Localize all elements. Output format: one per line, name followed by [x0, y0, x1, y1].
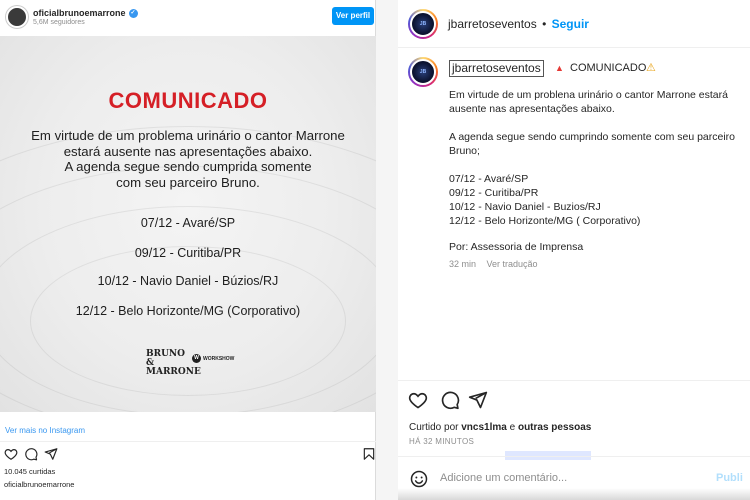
caption-title: COMUNICADO [570, 62, 647, 74]
liked-by: Curtido por vncs1lma e outras pessoas [409, 422, 591, 433]
caption-line: Em virtude de um problena urinário o can… [449, 89, 728, 101]
follower-count: 5,6M seguidores [33, 19, 85, 26]
liked-others[interactable]: outras pessoas [518, 422, 591, 433]
share-icon[interactable] [468, 390, 488, 410]
separator-dot: • [542, 17, 547, 31]
post-header: JB jbarretoseventos • Seguir [398, 0, 750, 48]
liked-prefix: Curtido por [409, 422, 459, 433]
divider [0, 441, 376, 442]
divider [398, 380, 750, 381]
caption-line: Por: Assessoria de Imprensa [449, 241, 584, 253]
embed-username[interactable]: oficialbrunoemarrone ✓ [33, 8, 138, 18]
caption-time[interactable]: 32 min [449, 259, 476, 269]
emoji-icon[interactable] [410, 470, 428, 488]
verified-icon: ✓ [128, 8, 138, 18]
caption-line: 10/12 - Navio Daniel - Buzios/RJ [449, 201, 601, 213]
image-date: 10/12 - Navio Daniel - Búzios/RJ [97, 274, 279, 288]
heart-icon[interactable] [4, 447, 18, 461]
post-username[interactable]: jbarretoseventos [448, 17, 537, 31]
publish-button[interactable]: Publi [716, 472, 743, 484]
caption-line: 12/12 - Belo Horizonte/MG ( Corporativo) [449, 215, 641, 227]
caption-line: 09/12 - Curitiba/PR [449, 187, 539, 199]
post-action-bar [408, 390, 748, 412]
caption-line: A agenda segue sendo cumprindo somente c… [449, 131, 736, 143]
image-title: COMUNICADO [108, 88, 268, 113]
owner-username[interactable]: oficialbrunoemarrone [4, 480, 74, 489]
share-icon[interactable] [44, 447, 58, 461]
caption-meta: 32 min Ver tradução [449, 259, 538, 269]
comment-input[interactable]: Adicione um comentário... [440, 472, 567, 484]
image-body-line: com seu parceiro Bruno. [116, 174, 260, 190]
view-more-link[interactable]: Ver mais no Instagram [5, 426, 85, 435]
like-count[interactable]: 10.045 curtidas [4, 467, 55, 476]
translate-link[interactable]: Ver tradução [487, 259, 538, 269]
embed-action-bar [4, 447, 376, 461]
divider [398, 456, 750, 457]
avatar-logo: JB [419, 69, 427, 75]
heart-icon[interactable] [408, 390, 428, 410]
image-date: 12/12 - Belo Horizonte/MG (Corporativo) [75, 304, 301, 318]
avatar[interactable] [6, 6, 28, 28]
image-body-line: estará ausente nas apresentações abaixo. [63, 143, 313, 159]
follow-button[interactable]: Seguir [552, 17, 589, 31]
post-username-row: jbarretoseventos • Seguir [448, 17, 589, 31]
caption-line: Bruno; [449, 145, 480, 157]
instagram-embed: oficialbrunoemarrone ✓ 5,6M seguidores V… [0, 0, 376, 500]
gutter [376, 0, 398, 500]
comment-icon[interactable] [24, 447, 38, 461]
image-body-line: A agenda segue sendo cumprida somente [64, 159, 312, 174]
post-image[interactable]: COMUNICADO Em virtude de um problema uri… [0, 36, 376, 412]
view-profile-button[interactable]: Ver perfil [332, 7, 374, 25]
caption-avatar[interactable]: JB [408, 57, 438, 87]
post-timestamp[interactable]: HÁ 32 MINUTOS [409, 437, 474, 446]
liked-user[interactable]: vncs1lma [461, 422, 507, 433]
workshow-logo: W WORKSHOW [192, 354, 234, 363]
liked-and: e [509, 422, 516, 433]
image-body: Em virtude de um problema urinário o can… [0, 128, 376, 190]
workshow-logo-icon: W [192, 354, 201, 363]
bruno-marrone-logo: BRUNO & MARRONE [146, 349, 201, 377]
caption-line: ausente nas apresentações abaixo. [449, 103, 615, 115]
caption-username[interactable]: jbarretoseventos [449, 60, 544, 77]
siren-icon: ▲ [555, 63, 564, 73]
caption-line: 07/12 - Avaré/SP [449, 173, 529, 185]
warning-icon: ⚠ [646, 62, 656, 74]
workshow-logo-text: WORKSHOW [203, 355, 235, 362]
image-date: 09/12 - Curitiba/PR [134, 246, 242, 260]
avatar-logo: JB [419, 21, 427, 27]
image-date: 07/12 - Avaré/SP [140, 216, 236, 230]
embed-header: oficialbrunoemarrone ✓ 5,6M seguidores V… [0, 0, 376, 36]
avatar[interactable]: JB [408, 9, 438, 39]
image-body-line: Em virtude de um problema urinário o can… [31, 128, 345, 143]
bottom-fade [398, 488, 750, 500]
bookmark-icon[interactable] [362, 447, 376, 461]
comment-icon[interactable] [440, 390, 460, 410]
instagram-post: JB jbarretoseventos • Seguir JB jbarreto… [398, 0, 750, 500]
embed-username-text[interactable]: oficialbrunoemarrone [33, 8, 126, 18]
